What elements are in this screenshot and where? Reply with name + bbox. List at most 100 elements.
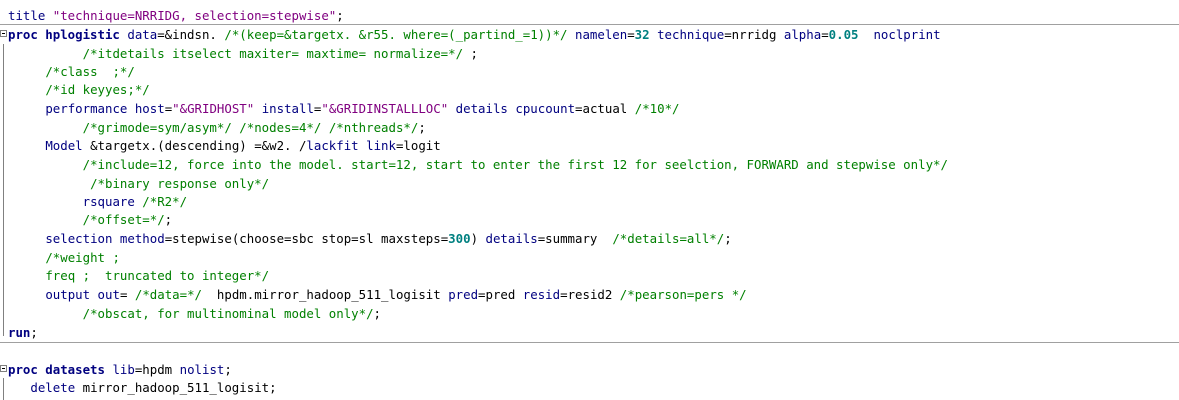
code-text: /*offset=*/; (8, 211, 173, 229)
code-text: /*grimode=sym/asym*/ /*nodes=4*/ /*nthre… (8, 119, 426, 137)
code-token: performance (45, 101, 128, 116)
code-text: /*binary response only*/ (8, 175, 269, 193)
code-token: freq ; truncated to integer*/ (45, 268, 270, 283)
code-token: data (127, 27, 158, 42)
code-text: /*id keyyes;*/ (8, 81, 150, 99)
code-token: "&GRIDINSTALLLOC" (321, 101, 449, 116)
code-token: ; (224, 362, 232, 377)
code-token: = (821, 27, 829, 42)
code-token: delete (30, 380, 76, 395)
fold-toggle-icon[interactable] (0, 30, 7, 37)
code-token: =pred (478, 287, 523, 302)
code-token: hpdm.mirror_hadoop_511_logisit (202, 287, 449, 302)
code-token: cpucount (515, 101, 576, 116)
code-token: /*nodes=4*/ (239, 120, 322, 135)
code-text: selection method=stepwise(choose=sbc sto… (8, 230, 731, 248)
code-token: =actual (575, 101, 635, 116)
code-text: proc hplogistic data=&indsn. /*(keep=&ta… (8, 26, 941, 44)
code-text: rsquare /*R2*/ (8, 193, 187, 211)
code-token: "technique=NRRIDG, selection=stepwise" (52, 8, 337, 23)
code-text: performance host="&GRIDHOST" install="&G… (8, 100, 680, 118)
section-separator (0, 342, 1179, 343)
code-token: /*nthreads*/ (328, 120, 419, 135)
code-token: /*pearson=pers */ (619, 287, 747, 302)
code-text: delete mirror_hadoop_511_logisit; (8, 379, 277, 397)
code-token: /*grimode=sym/asym*/ (82, 120, 232, 135)
code-token: /*binary response only*/ (90, 176, 270, 191)
code-token: =stepwise(choose=sbc stop=sl maxsteps= (164, 231, 449, 246)
code-text: proc datasets lib=hpdm nolist; (8, 361, 232, 379)
code-text: /*class ;*/ (8, 63, 135, 81)
code-token: /*10*/ (634, 101, 680, 116)
code-token: ; (336, 8, 344, 23)
code-token: = (119, 287, 135, 302)
code-token: /*id keyyes;*/ (45, 82, 150, 97)
code-token: =resid2 (560, 287, 620, 302)
code-token: run (8, 325, 31, 340)
code-token: lackfit (306, 138, 359, 153)
code-token: /*data=*/ (134, 287, 202, 302)
code-token: host (134, 101, 165, 116)
code-token: 32 (634, 27, 650, 42)
code-text: Model &targetx.(descending) =&w2. /lackf… (8, 137, 440, 155)
code-token: proc hplogistic (8, 27, 120, 42)
code-token: proc datasets (8, 362, 105, 377)
code-token: /*obscat, for multinominal model only*/ (82, 306, 374, 321)
code-token: /*details=all*/ (612, 231, 725, 246)
code-token: /*(keep=&targetx. &r55. where=(_partind_… (224, 27, 568, 42)
code-token: alpha (783, 27, 822, 42)
code-token: = (627, 27, 635, 42)
code-text: title "technique=NRRIDG, selection=stepw… (8, 7, 344, 25)
code-token: title (8, 8, 53, 23)
code-token: &targetx.(descending) =&w2. / (82, 138, 307, 153)
code-text: run; (8, 324, 38, 342)
code-text: freq ; truncated to integer*/ (8, 267, 269, 285)
code-token: ; (373, 306, 382, 321)
fold-guide (3, 44, 4, 336)
code-token: output (45, 287, 91, 302)
code-token: /*include=12, force into the model. star… (82, 157, 948, 172)
code-token: selection (45, 231, 113, 246)
code-editor[interactable]: title "technique=NRRIDG, selection=stepw… (0, 0, 1179, 400)
code-text: output out= /*data=*/ hpdm.mirror_hadoop… (8, 286, 747, 304)
code-token: /*weight ; (45, 250, 120, 265)
code-text: /*weight ; (8, 249, 120, 267)
code-token: "&GRIDHOST" (172, 101, 255, 116)
code-token: ) (470, 231, 486, 246)
code-token: /*class ;*/ (45, 64, 135, 79)
code-token: =nrridg (724, 27, 784, 42)
code-text: /*itdetails itselect maxiter= maxtime= n… (8, 45, 478, 63)
code-token: pred (448, 287, 479, 302)
fold-toggle-icon[interactable] (0, 365, 7, 372)
code-token: link (366, 138, 396, 153)
code-token: mirror_hadoop_511_logisit; (75, 380, 277, 395)
code-token: method (119, 231, 165, 246)
code-text: /*include=12, force into the model. star… (8, 156, 948, 174)
code-token: 300 (448, 231, 471, 246)
code-token: noclprint (873, 27, 941, 42)
code-token: rsquare (82, 194, 135, 209)
code-token: lib (112, 362, 135, 377)
code-token: Model (45, 138, 83, 153)
code-token: /*offset=*/ (82, 212, 165, 227)
